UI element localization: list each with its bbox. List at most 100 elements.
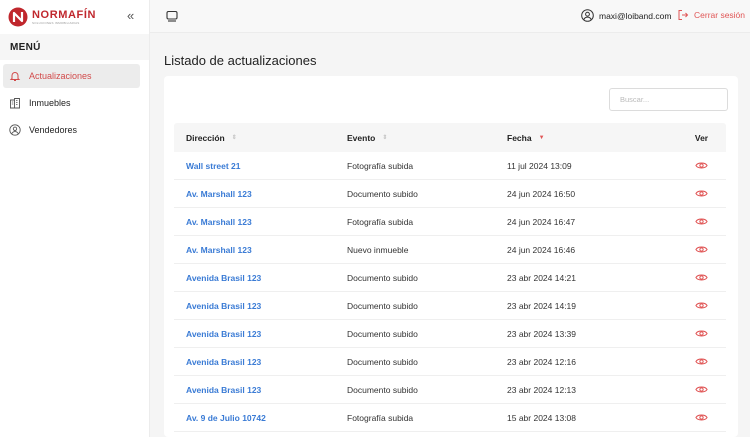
address-link[interactable]: Av. Marshall 123 <box>174 217 347 227</box>
event-cell: Documento subido <box>347 300 418 311</box>
sort-desc-icon: ▼ <box>538 134 545 141</box>
table-row: Av. Marshall 123 Nuevo inmueble 24 jun 202… <box>174 236 726 264</box>
event-cell: Documento subido <box>347 272 418 283</box>
view-cell <box>677 243 726 256</box>
event-cell: Fotografía subida <box>347 216 414 227</box>
view-cell <box>677 299 726 312</box>
table-header: Dirección ⇕ Evento ⇕ Fecha ▼ Ver <box>174 123 726 152</box>
sort-icon: ⇕ <box>382 135 388 141</box>
column-label: Ver <box>694 132 709 143</box>
sidebar: NORMAFÍN SOLUCIONES INMOBILIARIAS « MENÚ… <box>0 0 150 437</box>
sidebar-item-inmuebles[interactable]: Inmuebles <box>3 91 140 115</box>
updates-card: Dirección ⇕ Evento ⇕ Fecha ▼ Ver Wall st… <box>164 76 738 437</box>
logout-button[interactable]: Cerrar sesión <box>677 9 745 21</box>
sidebar-item-actualizaciones[interactable]: Actualizaciones <box>3 64 140 88</box>
event-cell: Documento subido <box>347 384 418 395</box>
sidebar-item-label: Inmuebles <box>29 98 71 108</box>
view-cell <box>677 187 726 200</box>
event-cell: Documento subido <box>347 188 418 199</box>
view-cell <box>677 327 726 340</box>
date-cell: 23 abr 2024 12:13 <box>507 384 577 395</box>
view-cell <box>677 215 726 228</box>
table-row: Av. 9 de Julio 10742 Fotografía subida 15 … <box>174 404 726 432</box>
eye-icon[interactable] <box>695 243 708 256</box>
window-toggle-icon[interactable] <box>165 9 179 23</box>
view-cell <box>677 411 726 424</box>
eye-icon[interactable] <box>695 383 708 396</box>
user-email: maxi@loiband.com <box>599 10 672 21</box>
table-row: Avenida Brasil 123 Documento subido 23 abr… <box>174 292 726 320</box>
date-cell: 15 abr 2024 13:08 <box>507 412 577 423</box>
view-cell <box>677 271 726 284</box>
date-cell: 23 abr 2024 12:16 <box>507 356 577 367</box>
address-link[interactable]: Wall street 21 <box>174 161 347 171</box>
address-link[interactable]: Avenida Brasil 123 <box>174 273 347 283</box>
eye-icon[interactable] <box>695 299 708 312</box>
column-label: Dirección <box>186 132 225 143</box>
date-cell: 23 abr 2024 14:21 <box>507 272 577 283</box>
column-header-evento[interactable]: Evento ⇕ <box>347 133 507 143</box>
column-header-direccion[interactable]: Dirección ⇕ <box>174 133 347 143</box>
date-cell: 23 abr 2024 14:19 <box>507 300 577 311</box>
date-cell: 24 jun 2024 16:50 <box>507 188 576 199</box>
eye-icon[interactable] <box>695 355 708 368</box>
address-link[interactable]: Avenida Brasil 123 <box>174 301 347 311</box>
eye-icon[interactable] <box>695 271 708 284</box>
top-bar: maxi@loiband.com Cerrar sesión <box>150 0 750 33</box>
address-link[interactable]: Av. Marshall 123 <box>174 189 347 199</box>
column-label: Evento <box>347 132 376 143</box>
eye-icon[interactable] <box>695 159 708 172</box>
brand-name: NORMAFÍN <box>32 8 97 21</box>
table-row: Av. Marshall 123 Documento subido 24 jun 2… <box>174 180 726 208</box>
table-row: Avenida Brasil 123 Documento subido 23 abr… <box>174 264 726 292</box>
event-cell: Documento subido <box>347 356 418 367</box>
address-link[interactable]: Av. 9 de Julio 10742 <box>174 413 347 423</box>
address-link[interactable]: Avenida Brasil 123 <box>174 357 347 367</box>
address-link[interactable]: Avenida Brasil 123 <box>174 329 347 339</box>
table-row: Avenida Brasil 123 Documento subido 23 abr… <box>174 348 726 376</box>
sidebar-item-label: Actualizaciones <box>29 71 92 81</box>
date-cell: 11 jul 2024 13:09 <box>507 160 572 171</box>
view-cell <box>677 355 726 368</box>
sidebar-item-label: Vendedores <box>29 125 78 135</box>
eye-icon[interactable] <box>695 411 708 424</box>
event-cell: Nuevo inmueble <box>347 244 409 255</box>
bell-icon <box>8 69 22 83</box>
building-icon <box>8 96 22 110</box>
table-row: Wall street 21 Fotografía subida 11 jul 20… <box>174 152 726 180</box>
normafin-logo-icon <box>8 7 28 27</box>
user-menu[interactable]: maxi@loiband.com <box>581 9 671 22</box>
date-cell: 23 abr 2024 13:39 <box>507 328 577 339</box>
search-input[interactable] <box>609 88 728 111</box>
date-cell: 24 jun 2024 16:47 <box>507 216 576 227</box>
updates-table: Dirección ⇕ Evento ⇕ Fecha ▼ Ver Wall st… <box>174 123 726 432</box>
table-row: Avenida Brasil 123 Documento subido 23 abr… <box>174 320 726 348</box>
brand-tagline: SOLUCIONES INMOBILIARIAS <box>32 20 80 25</box>
address-link[interactable]: Avenida Brasil 123 <box>174 385 347 395</box>
event-cell: Documento subido <box>347 328 418 339</box>
view-cell <box>677 159 726 172</box>
table-row: Av. Marshall 123 Fotografía subida 24 jun … <box>174 208 726 236</box>
eye-icon[interactable] <box>695 327 708 340</box>
column-header-ver: Ver <box>677 133 726 143</box>
collapse-sidebar-button[interactable]: « <box>127 9 134 22</box>
column-label: Fecha <box>507 132 532 143</box>
page-title: Listado de actualizaciones <box>164 53 317 68</box>
eye-icon[interactable] <box>695 187 708 200</box>
user-circle-icon <box>8 123 22 137</box>
view-cell <box>677 383 726 396</box>
table-body: Wall street 21 Fotografía subida 11 jul 20… <box>174 152 726 432</box>
sidebar-item-vendedores[interactable]: Vendedores <box>3 118 140 142</box>
eye-icon[interactable] <box>695 215 708 228</box>
address-link[interactable]: Av. Marshall 123 <box>174 245 347 255</box>
sort-icon: ⇕ <box>231 135 237 141</box>
menu-title: MENÚ <box>0 34 149 60</box>
user-circle-icon <box>581 9 594 22</box>
column-header-fecha[interactable]: Fecha ▼ <box>507 133 677 143</box>
event-cell: Fotografía subida <box>347 160 414 171</box>
logout-icon <box>678 10 689 20</box>
date-cell: 24 jun 2024 16:46 <box>507 244 576 255</box>
event-cell: Fotografía subida <box>347 412 414 423</box>
table-row: Avenida Brasil 123 Documento subido 23 abr… <box>174 376 726 404</box>
logout-label: Cerrar sesión <box>694 10 746 20</box>
